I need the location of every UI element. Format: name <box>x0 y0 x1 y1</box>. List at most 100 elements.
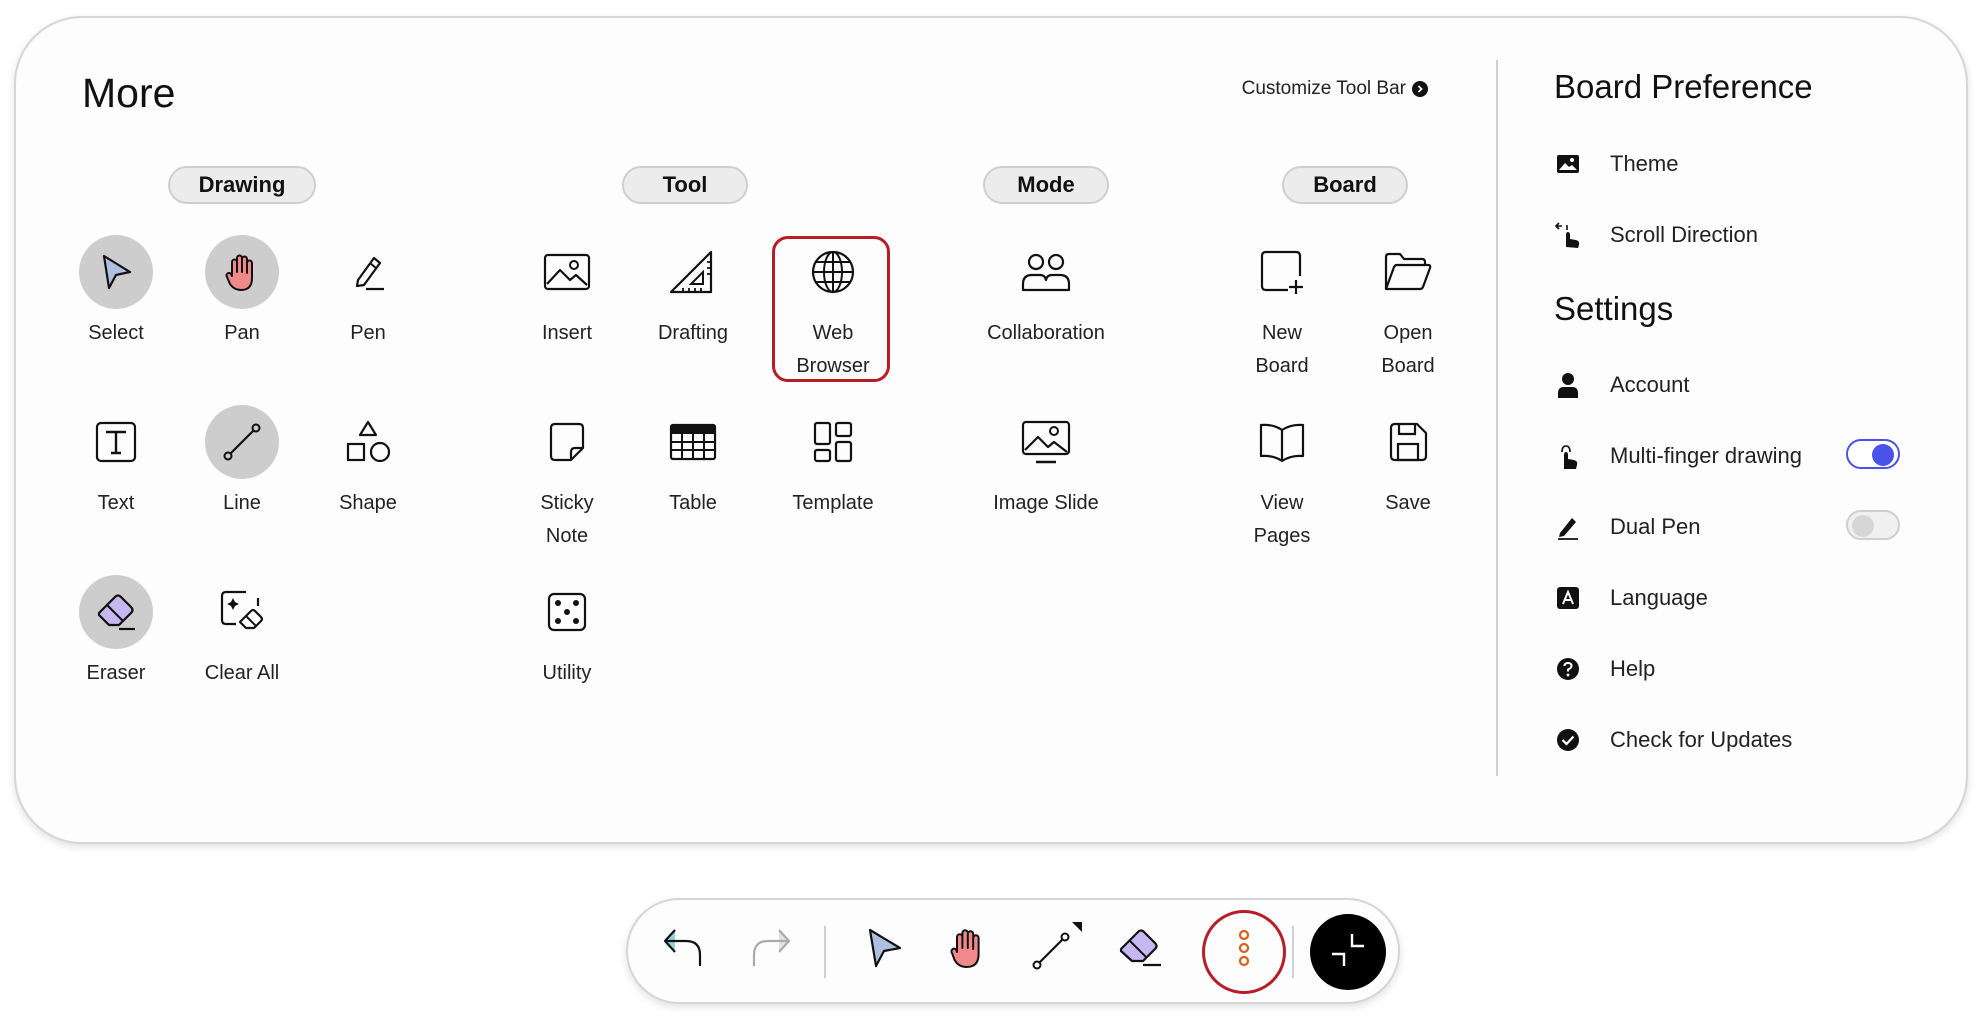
tool-new-board[interactable]: New Board <box>1219 235 1345 383</box>
collapse-button[interactable] <box>1310 914 1386 990</box>
book-icon <box>1245 405 1319 479</box>
settings-title: Settings <box>1554 290 1674 327</box>
redo-icon <box>746 924 794 977</box>
dual-pen-toggle[interactable] <box>1846 510 1900 540</box>
scroll-gesture-icon <box>1554 221 1582 249</box>
folder-open-icon <box>1371 235 1445 309</box>
theme-label: Theme <box>1610 151 1679 176</box>
web-browser-highlight <box>772 236 890 382</box>
line-button[interactable] <box>1022 918 1086 982</box>
help-icon <box>1554 655 1582 683</box>
tool-insert[interactable]: Insert <box>504 235 630 350</box>
multi-finger-label: Multi-finger drawing <box>1610 443 1802 468</box>
tool-open-board[interactable]: Open Board <box>1345 235 1471 383</box>
help-label: Help <box>1610 656 1656 681</box>
tool-label: Select <box>88 322 144 344</box>
tool-label-line-2: Board <box>1255 355 1309 377</box>
tool-label: Drafting <box>657 322 729 344</box>
scroll-direction-label: Scroll Direction <box>1610 222 1758 247</box>
template-icon <box>796 405 870 479</box>
tool-clear-all[interactable]: Clear All <box>179 575 305 690</box>
check-updates-row[interactable]: Check for Updates <box>1554 718 1792 762</box>
table-icon <box>656 405 730 479</box>
toolbar-separator <box>824 926 826 978</box>
tool-pen[interactable]: Pen <box>305 235 431 350</box>
tool-label-line-1: View <box>1260 492 1304 514</box>
pen-icon <box>1554 513 1582 541</box>
tool-shape[interactable]: Shape <box>305 405 431 520</box>
dual-pen-row: Dual Pen <box>1554 505 1701 549</box>
eraser-icon <box>79 575 153 649</box>
tool-label: Insert <box>541 322 593 344</box>
select-icon <box>79 235 153 309</box>
pan-icon <box>205 235 279 309</box>
eraser-icon <box>1115 923 1165 978</box>
set-square-icon <box>656 235 730 309</box>
help-row[interactable]: Help <box>1554 647 1655 691</box>
eraser-button[interactable] <box>1108 918 1172 982</box>
line-icon <box>205 405 279 479</box>
tool-label: Image Slide <box>993 492 1099 514</box>
image-slide-icon <box>1009 405 1083 479</box>
line-icon <box>1026 920 1082 981</box>
language-label: Language <box>1610 585 1708 610</box>
finger-touch-icon <box>1554 442 1582 470</box>
tool-view-pages[interactable]: View Pages <box>1219 405 1345 553</box>
tool-table[interactable]: Table <box>630 405 756 520</box>
select-button[interactable] <box>852 918 916 982</box>
tool-label-line-2: Pages <box>1253 525 1311 547</box>
multi-finger-row: Multi-finger drawing <box>1554 434 1802 478</box>
language-icon <box>1554 584 1582 612</box>
multi-finger-toggle[interactable] <box>1846 439 1900 469</box>
language-row[interactable]: Language <box>1554 576 1708 620</box>
undo-icon <box>660 924 708 977</box>
theme-row[interactable]: Theme <box>1554 142 1678 186</box>
tool-template[interactable]: Template <box>770 405 896 520</box>
sticky-note-icon <box>530 405 604 479</box>
customize-tool-bar-label: Customize Tool Bar <box>1241 78 1406 99</box>
tool-label-line-2: Note <box>545 525 589 547</box>
tool-save[interactable]: Save <box>1345 405 1471 520</box>
tool-label: Save <box>1385 492 1431 514</box>
tool-label: Pan <box>224 322 260 344</box>
group-drawing: Drawing <box>168 166 316 204</box>
tool-label: Eraser <box>86 662 146 684</box>
undo-button[interactable] <box>652 918 716 982</box>
collaboration-icon <box>1009 235 1083 309</box>
tool-label: Line <box>223 492 261 514</box>
tool-pan[interactable]: Pan <box>179 235 305 350</box>
tool-drafting[interactable]: Drafting <box>630 235 756 350</box>
group-board: Board <box>1282 166 1408 204</box>
account-label: Account <box>1610 372 1690 397</box>
group-tool: Tool <box>622 166 748 204</box>
tool-select[interactable]: Select <box>53 235 179 350</box>
check-circle-icon <box>1554 726 1582 754</box>
tool-utility[interactable]: Utility <box>504 575 630 690</box>
tool-sticky-note[interactable]: Sticky Note <box>504 405 630 553</box>
more-button-highlight <box>1202 910 1286 994</box>
panel-divider <box>1496 60 1498 776</box>
tool-label: Collaboration <box>987 322 1105 344</box>
tool-image-slide[interactable]: Image Slide <box>968 405 1124 520</box>
toggle-knob <box>1872 444 1894 466</box>
tool-label: Utility <box>542 662 592 684</box>
customize-tool-bar-link[interactable]: Customize Tool Bar <box>1242 78 1428 100</box>
tool-eraser[interactable]: Eraser <box>53 575 179 690</box>
select-icon <box>860 924 908 977</box>
toggle-knob <box>1852 515 1874 537</box>
pan-button[interactable] <box>936 918 1000 982</box>
group-mode: Mode <box>983 166 1109 204</box>
save-icon <box>1371 405 1445 479</box>
account-row[interactable]: Account <box>1554 363 1690 407</box>
scroll-direction-row[interactable]: Scroll Direction <box>1554 213 1758 257</box>
image-icon <box>1554 150 1582 178</box>
tool-collaboration[interactable]: Collaboration <box>968 235 1124 350</box>
tool-line[interactable]: Line <box>179 405 305 520</box>
tool-label-line-1: New <box>1261 322 1302 344</box>
more-title: More <box>82 70 176 116</box>
chevron-right-icon <box>1412 81 1428 97</box>
tool-label: Template <box>792 492 874 514</box>
redo-button[interactable] <box>738 918 802 982</box>
new-board-icon <box>1245 235 1319 309</box>
tool-text[interactable]: Text <box>53 405 179 520</box>
